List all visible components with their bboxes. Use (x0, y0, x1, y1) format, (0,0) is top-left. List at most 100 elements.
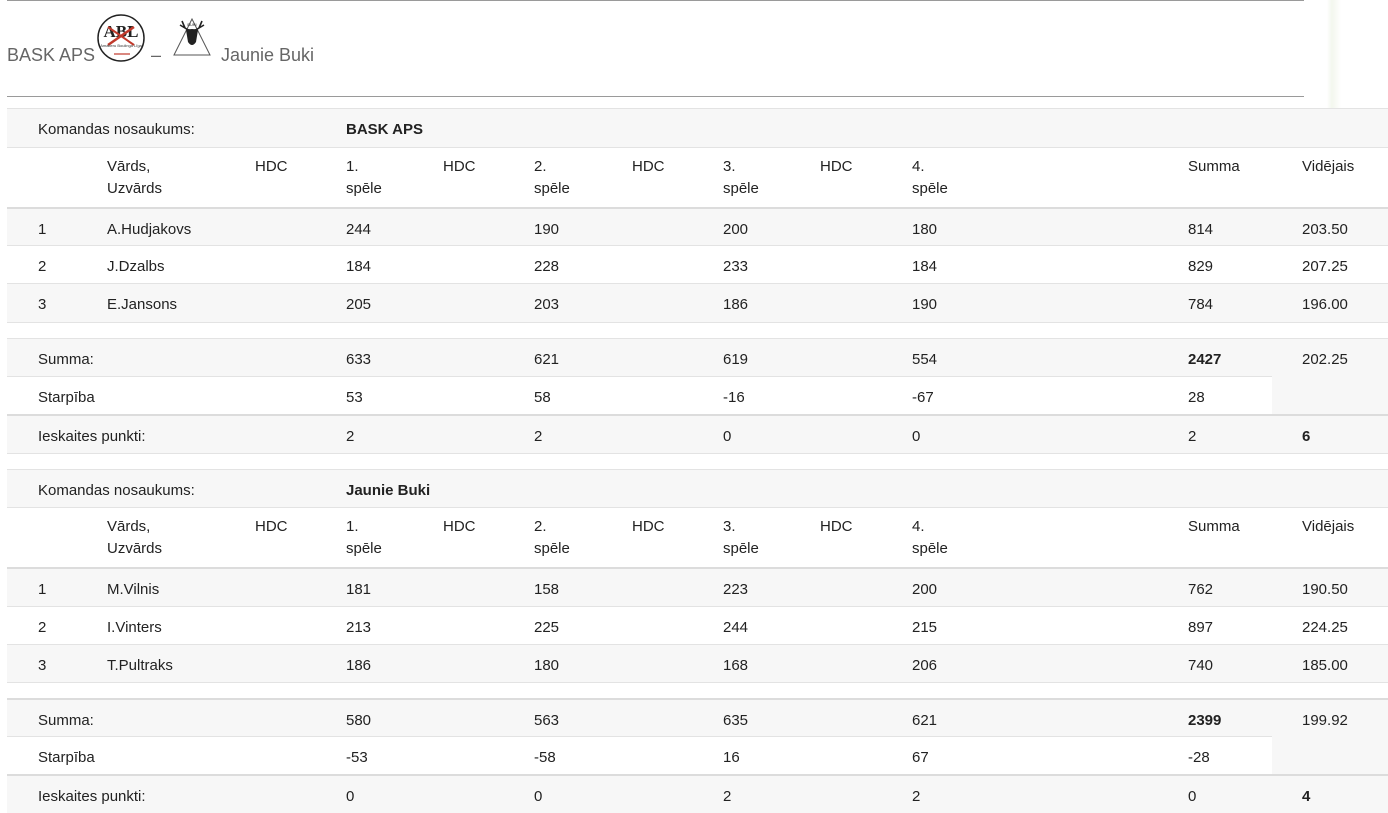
points-label: Ieskaites punkti: (38, 428, 146, 445)
game-score: 190 (912, 296, 938, 313)
diff-value: 16 (723, 749, 740, 766)
game-score: 206 (912, 657, 938, 674)
total-score: 580 (346, 712, 372, 729)
spacer-row (7, 453, 1388, 469)
col-hdc: HDC (820, 158, 853, 175)
points-total: 4 (1302, 788, 1311, 805)
player-avg: 185.00 (1302, 657, 1348, 674)
game-score: 213 (346, 619, 372, 636)
col-game-4: 4. spēle (912, 158, 948, 197)
game-score: 184 (912, 258, 938, 275)
player-name: T.Pultraks (107, 657, 173, 674)
home-team-title: BASK APS (7, 45, 96, 65)
deer-logo-icon: BUKI (173, 17, 211, 56)
player-avg: 196.00 (1302, 296, 1348, 313)
game-score: 180 (912, 221, 938, 238)
diff-value: 58 (534, 389, 551, 406)
table-row: 2 I.Vinters 213 225 244 215 897 224.25 (7, 606, 1388, 644)
diff-value: -67 (912, 389, 934, 406)
diff-row: Starpība -53 -58 16 67 -28 (7, 736, 1272, 774)
col-game-4: 4. spēle (912, 518, 948, 557)
col-hdc: HDC (255, 518, 288, 535)
col-hdc: HDC (632, 158, 665, 175)
points-value: 2 (346, 428, 355, 445)
spacer-row (7, 322, 1388, 338)
player-no: 1 (38, 221, 47, 238)
col-game-2: 2. spēle (534, 158, 570, 197)
diff-value: 67 (912, 749, 929, 766)
diff-value: -16 (723, 389, 745, 406)
col-player: Vārds, Uzvārds (107, 518, 163, 557)
points-value: 0 (912, 428, 921, 445)
player-avg: 224.25 (1302, 619, 1348, 636)
total-score: 633 (346, 351, 372, 368)
totals-label: Summa: (38, 712, 94, 729)
points-row: Ieskaites punkti: 2 2 0 0 2 6 (7, 414, 1388, 453)
total-score: 554 (912, 351, 938, 368)
total-score: 563 (534, 712, 560, 729)
team-name-value: BASK APS (346, 121, 423, 138)
game-score: 203 (534, 296, 560, 313)
player-name: E.Jansons (107, 296, 178, 313)
totals-label: Summa: (38, 351, 94, 368)
player-no: 3 (38, 657, 47, 674)
abl-logo-icon: ABL Amatieru Boulinga Līga (97, 14, 145, 62)
points-sum: 0 (1188, 788, 1197, 805)
points-sum: 2 (1188, 428, 1197, 445)
sidebar-shade (1303, 0, 1388, 108)
col-game-1: 1. spēle (346, 518, 382, 557)
player-sum: 814 (1188, 221, 1214, 238)
player-sum: 897 (1188, 619, 1214, 636)
points-value: 2 (723, 788, 732, 805)
team-name-label: Komandas nosaukums: (38, 482, 195, 499)
diff-value: -53 (346, 749, 368, 766)
grand-total: 2427 (1188, 351, 1222, 368)
player-name: A.Hudjakovs (107, 221, 192, 238)
col-sum: Summa (1188, 518, 1240, 535)
game-score: 180 (534, 657, 560, 674)
team-avg: 202.25 (1302, 351, 1348, 368)
player-avg: 207.25 (1302, 258, 1348, 275)
col-player: Vārds, Uzvārds (107, 158, 163, 197)
game-score: 158 (534, 581, 560, 598)
totals-row: Summa: 633 621 619 554 2427 202.25 (7, 338, 1388, 377)
col-hdc: HDC (443, 518, 476, 535)
points-value: 2 (912, 788, 921, 805)
team-name-row: Komandas nosaukums: Jaunie Buki (7, 469, 1388, 507)
col-hdc: HDC (443, 158, 476, 175)
player-no: 2 (38, 619, 47, 636)
total-score: 619 (723, 351, 749, 368)
game-score: 168 (723, 657, 749, 674)
points-value: 0 (534, 788, 543, 805)
svg-text:BUKI: BUKI (187, 22, 196, 27)
column-header-row: Vārds, Uzvārds HDC 1. spēle HDC 2. spēle HD… (7, 147, 1388, 207)
team-name-label: Komandas nosaukums: (38, 121, 195, 138)
player-sum: 762 (1188, 581, 1214, 598)
player-sum: 784 (1188, 296, 1214, 313)
game-score: 181 (346, 581, 372, 598)
game-score: 244 (723, 619, 749, 636)
totals-row: Summa: 580 563 635 621 2399 199.92 (7, 698, 1388, 738)
diff-label: Starpība (38, 389, 95, 406)
col-avg: Vidējais (1302, 158, 1355, 175)
player-no: 1 (38, 581, 47, 598)
col-game-3: 3. spēle (723, 518, 759, 557)
table-row: 1 A.Hudjakovs 244 190 200 180 814 203.50 (7, 207, 1388, 245)
total-score: 635 (723, 712, 749, 729)
game-score: 233 (723, 258, 749, 275)
diff-row: Starpība 53 58 -16 -67 28 (7, 376, 1272, 414)
player-no: 2 (38, 258, 47, 275)
col-game-2: 2. spēle (534, 518, 570, 557)
col-sum: Summa (1188, 158, 1240, 175)
points-total: 6 (1302, 428, 1311, 445)
table-row: 3 E.Jansons 205 203 186 190 784 196.00 (7, 283, 1388, 322)
col-hdc: HDC (820, 518, 853, 535)
game-score: 228 (534, 258, 560, 275)
player-sum: 740 (1188, 657, 1214, 674)
points-row: Ieskaites punkti: 0 0 2 2 0 4 (7, 774, 1388, 813)
points-value: 0 (346, 788, 355, 805)
game-score: 225 (534, 619, 560, 636)
col-hdc: HDC (255, 158, 288, 175)
team-name-value: Jaunie Buki (346, 482, 431, 499)
diff-value: -58 (534, 749, 556, 766)
